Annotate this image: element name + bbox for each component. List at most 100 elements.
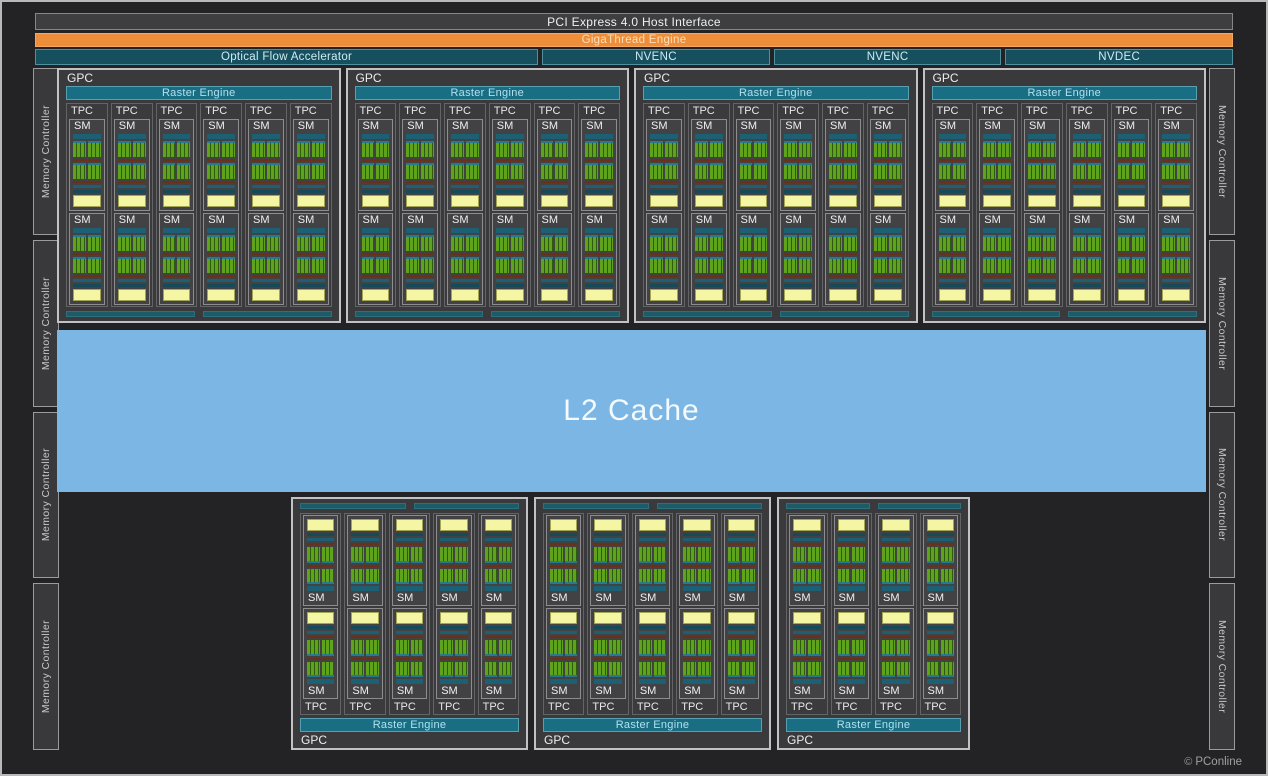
sm-label: SM bbox=[249, 214, 283, 227]
scheduler-bar bbox=[650, 284, 678, 287]
tensor-core-row bbox=[362, 275, 390, 277]
tensor-core-row bbox=[695, 275, 723, 277]
l1-cache-block bbox=[639, 519, 666, 531]
cuda-core-array bbox=[351, 662, 378, 678]
scheduler-bar bbox=[73, 185, 101, 188]
scheduler-bar bbox=[496, 279, 524, 282]
scheduler-bar bbox=[728, 631, 755, 634]
l1-cache-block bbox=[1162, 195, 1190, 207]
core-stripe-group bbox=[1028, 257, 1041, 273]
cuda-core-array bbox=[939, 257, 967, 273]
instruction-cache-bar bbox=[406, 134, 434, 139]
tensor-core-row bbox=[541, 253, 569, 255]
tpc-column: SMSMTPC bbox=[478, 513, 519, 715]
pci-express-label: PCI Express 4.0 Host Interface bbox=[547, 15, 721, 29]
cuda-core-array bbox=[362, 141, 390, 157]
scheduler-bar bbox=[838, 538, 866, 541]
tensor-core-row bbox=[983, 159, 1011, 161]
nvenc-block: NVENC bbox=[774, 49, 1002, 65]
gpc-label: GPC bbox=[355, 70, 621, 86]
core-stripe-group bbox=[654, 547, 667, 563]
cuda-core-array bbox=[784, 163, 812, 179]
sm-label: SM bbox=[359, 214, 393, 227]
tensor-core-row bbox=[163, 181, 191, 183]
core-stripe-group bbox=[784, 257, 797, 273]
memory-controller-block: Memory Controller bbox=[1209, 412, 1235, 579]
sm-label: SM bbox=[936, 214, 970, 227]
memory-controller-strip-left: Memory ControllerMemory ControllerMemory… bbox=[33, 68, 59, 750]
cuda-core-array bbox=[297, 141, 325, 157]
scheduler-bar bbox=[829, 190, 857, 193]
instruction-cache-bar bbox=[351, 586, 378, 591]
sm-block: SM bbox=[248, 213, 284, 305]
tensor-core-row bbox=[406, 181, 434, 183]
sm-block: SM bbox=[347, 515, 382, 606]
tensor-core-row bbox=[307, 658, 334, 660]
tensor-core-row bbox=[939, 181, 967, 183]
l1-cache-block bbox=[485, 519, 512, 531]
sm-body bbox=[927, 519, 955, 591]
tpc-label: TPC bbox=[779, 104, 817, 118]
tpc-column: TPCSMSM bbox=[200, 103, 242, 307]
l1-cache-block bbox=[650, 195, 678, 207]
l1-cache-block bbox=[784, 289, 812, 301]
sm-label: SM bbox=[582, 214, 616, 227]
tensor-core-row bbox=[307, 636, 334, 638]
l2-crossbar-segment bbox=[203, 311, 332, 317]
gpc-label: GPC bbox=[66, 70, 332, 86]
tpc-label: TPC bbox=[491, 104, 529, 118]
tensor-core-row bbox=[1118, 159, 1146, 161]
core-stripe-group bbox=[844, 163, 857, 179]
cuda-core-array bbox=[118, 163, 146, 179]
scheduler-bar bbox=[362, 185, 390, 188]
memory-controller-block: Memory Controller bbox=[1209, 240, 1235, 407]
core-stripe-group bbox=[953, 257, 966, 273]
instruction-cache-bar bbox=[728, 586, 755, 591]
sm-label: SM bbox=[448, 120, 482, 133]
l1-cache-block bbox=[1073, 195, 1101, 207]
tensor-core-row bbox=[252, 181, 280, 183]
core-stripe-group bbox=[366, 547, 379, 563]
sm-body bbox=[118, 228, 146, 301]
l2-crossbar-segment bbox=[1068, 311, 1197, 317]
l1-cache-block bbox=[118, 289, 146, 301]
core-stripe-group bbox=[376, 163, 389, 179]
core-stripe-group bbox=[650, 257, 663, 273]
sm-body bbox=[252, 228, 280, 301]
scheduler-bar bbox=[73, 279, 101, 282]
tensor-core-row bbox=[396, 543, 423, 545]
tensor-core-row bbox=[118, 181, 146, 183]
core-stripe-group bbox=[466, 163, 479, 179]
sm-block: SM bbox=[581, 119, 617, 211]
scheduler-bar bbox=[362, 190, 390, 193]
tensor-core-row bbox=[396, 658, 423, 660]
cuda-core-array bbox=[396, 569, 423, 585]
tpc-column: TPCSMSM bbox=[489, 103, 531, 307]
scheduler-bar bbox=[451, 185, 479, 188]
scheduler-bar bbox=[440, 626, 467, 629]
core-stripe-group bbox=[322, 547, 335, 563]
scheduler-bar bbox=[496, 190, 524, 193]
cuda-core-array bbox=[1118, 235, 1146, 251]
core-stripe-group bbox=[297, 163, 310, 179]
cuda-core-array bbox=[594, 547, 621, 563]
sm-body bbox=[838, 612, 866, 684]
cuda-core-array bbox=[496, 235, 524, 251]
scheduler-bar bbox=[683, 533, 710, 536]
tensor-core-row bbox=[882, 565, 910, 567]
instruction-cache-bar bbox=[297, 134, 325, 139]
l2-crossbar-segment bbox=[300, 503, 406, 509]
tpc-column: SMSMTPC bbox=[543, 513, 584, 715]
cuda-core-array bbox=[541, 257, 569, 273]
core-stripe-group bbox=[889, 141, 902, 157]
tensor-core-row bbox=[451, 275, 479, 277]
cuda-core-array bbox=[163, 163, 191, 179]
instruction-cache-bar bbox=[793, 586, 821, 591]
tensor-core-row bbox=[496, 159, 524, 161]
core-stripe-group bbox=[411, 569, 424, 585]
sm-block: SM bbox=[358, 213, 394, 305]
core-stripe-group bbox=[1118, 257, 1131, 273]
memory-controller-label: Memory Controller bbox=[40, 105, 52, 198]
tpc-column: TPCSMSM bbox=[777, 103, 819, 307]
sm-body bbox=[728, 612, 755, 684]
